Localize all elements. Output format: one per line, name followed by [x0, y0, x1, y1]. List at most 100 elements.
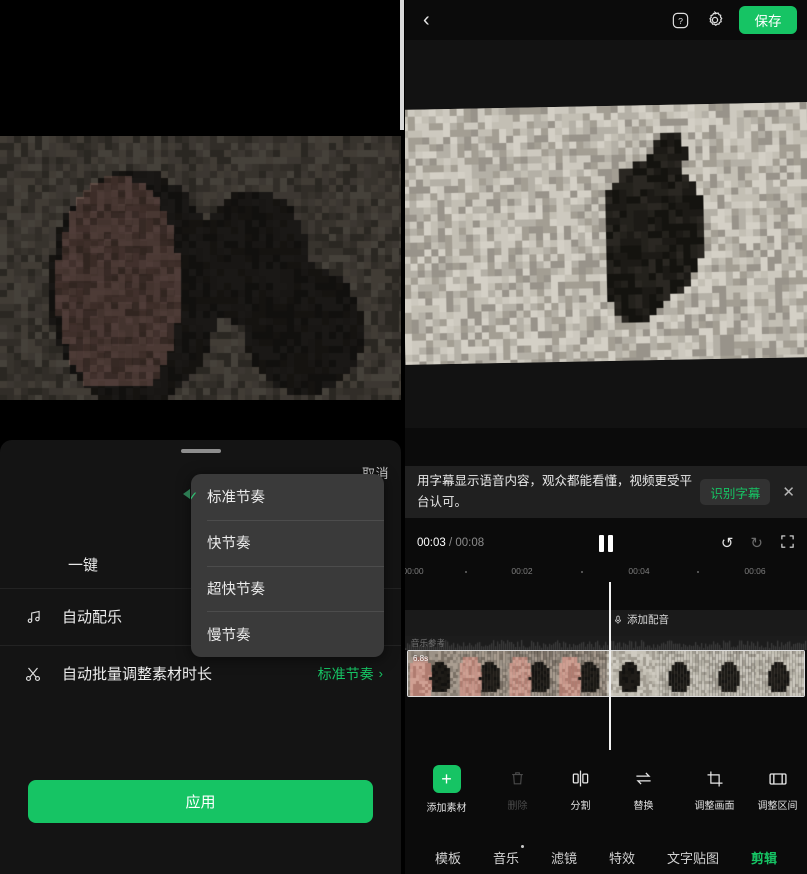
total-time: 00:08 [455, 537, 485, 549]
dropdown-item-ultrafast[interactable]: 超快节奏 [191, 565, 384, 612]
check-icon: ✓ [191, 488, 199, 506]
right-video-preview[interactable] [405, 40, 807, 428]
tab-filter[interactable]: 滤镜 [551, 848, 577, 867]
tool-adjust-frame[interactable]: 调整画面 [683, 767, 746, 812]
ruler-tick-1: 00:02 [511, 566, 533, 576]
tool-adjust-range[interactable]: 调整区间 [746, 767, 807, 812]
dropdown-item-label: 超快节奏 [207, 581, 265, 598]
playhead[interactable] [609, 582, 611, 750]
right-preview-canvas [405, 102, 807, 365]
redo-icon[interactable]: ↻ [750, 534, 763, 552]
back-icon[interactable]: ‹ [415, 6, 438, 34]
tool-delete[interactable]: 删除 [486, 767, 549, 812]
ruler-tick-0: 00:00 [405, 566, 424, 576]
dropdown-item-slow[interactable]: 慢节奏 [191, 611, 384, 657]
dropdown-pointer-icon [183, 489, 190, 499]
recognize-subtitle-button[interactable]: 识别字幕 [700, 479, 771, 505]
subtitle-promo-banner: 用字幕显示语音内容，观众都能看懂，视频更受平台认可。 识别字幕 ✕ [405, 466, 807, 518]
left-preview-frame [0, 136, 401, 400]
tab-music[interactable]: 音乐 [492, 844, 524, 867]
dropdown-item-label: 快节奏 [207, 536, 251, 553]
close-icon[interactable]: ✕ [778, 481, 799, 503]
save-button[interactable]: 保存 [739, 6, 797, 34]
tool-split[interactable]: 分割 [549, 767, 612, 812]
ruler-dot [697, 571, 699, 573]
header-actions: ? 保存 [669, 6, 797, 34]
scissors-icon [18, 665, 48, 683]
chevron-right-icon: › [378, 666, 383, 681]
dropdown-item-label: 标准节奏 [207, 490, 265, 507]
video-clip-row[interactable]: 6.8s [405, 650, 807, 697]
help-icon[interactable]: ? [669, 9, 691, 31]
timeline-ruler[interactable]: 00:00 00:02 00:04 00:06 [405, 562, 807, 582]
plus-icon: + [432, 764, 461, 793]
row-auto-batch-label: 自动批量调整素材时长 [62, 666, 213, 683]
player-actions: ↺ ↻ [721, 534, 795, 553]
music-note-icon [18, 608, 48, 625]
clip-duration-badge: 6.8s [413, 654, 429, 663]
app-screenshot: 取消 一键 自动配乐 自动批量调整素材时长 [0, 0, 807, 874]
tab-template[interactable]: 模板 [435, 848, 461, 867]
clip-thumbnails [408, 651, 804, 696]
voiceover-track[interactable] [405, 610, 807, 636]
tool-add-material[interactable]: + 添加素材 [415, 764, 478, 814]
swap-icon [634, 767, 653, 791]
tab-edit[interactable]: 剪辑 [751, 848, 777, 867]
tool-label: 调整画面 [694, 800, 735, 812]
tab-text-sticker[interactable]: 文字贴图 [667, 848, 719, 867]
crop-icon [706, 767, 724, 791]
apply-button[interactable]: 应用 [28, 780, 373, 823]
waveform [405, 636, 807, 650]
ruler-tick-2: 00:04 [628, 566, 650, 576]
tool-label: 分割 [570, 800, 591, 812]
right-preview-frame [405, 102, 807, 365]
dropdown-item-fast[interactable]: 快节奏 [191, 519, 384, 566]
tool-label: 删除 [507, 800, 528, 812]
ruler-dot [581, 571, 583, 573]
row-auto-batch-value[interactable]: 标准节奏 › [318, 664, 383, 684]
right-panel: ‹ ? 保存 用字幕显示语音内容，观众都能看懂，视频更受平台认可。 识别字幕 ✕… [405, 0, 807, 874]
ruler-dot [465, 571, 467, 573]
tool-label: 替换 [633, 800, 654, 812]
left-video-letterbox-top [0, 0, 401, 136]
split-icon [571, 767, 590, 791]
subtitle-promo-text: 用字幕显示语音内容，观众都能看懂，视频更受平台认可。 [417, 474, 693, 509]
row-auto-batch-value-text: 标准节奏 [317, 665, 374, 682]
panel-divider [400, 0, 404, 130]
add-voiceover-button[interactable]: 添加配音 [613, 612, 669, 627]
left-panel: 取消 一键 自动配乐 自动批量调整素材时长 [0, 0, 401, 874]
tab-music-label: 音乐 [492, 850, 519, 866]
film-icon [768, 767, 788, 791]
left-video-preview[interactable] [0, 136, 401, 400]
music-track-label: 音乐参考 [411, 638, 446, 648]
gear-icon[interactable] [704, 9, 726, 31]
tool-label: 调整区间 [757, 800, 798, 812]
badge-dot [521, 844, 524, 848]
trash-icon [509, 767, 526, 791]
tool-label: 添加素材 [426, 802, 467, 814]
tab-effects[interactable]: 特效 [609, 848, 635, 867]
editor-header: ‹ ? 保存 [405, 0, 807, 40]
one-key-label: 一键 [68, 556, 99, 574]
playback-time: 00:03 / 00:08 [417, 537, 484, 549]
music-reference-track[interactable]: 音乐参考 [405, 636, 807, 650]
video-clip-selected[interactable]: 6.8s [407, 650, 805, 697]
edit-toolbar: + 添加素材 删除 分割 替换 调整画面 调整区间 [405, 756, 807, 822]
row-auto-music-label: 自动配乐 [62, 609, 123, 626]
bottom-tab-bar: 模板 音乐 滤镜 特效 文字贴图 剪辑 [405, 840, 807, 874]
microphone-icon [614, 615, 622, 624]
rhythm-dropdown[interactable]: ✓ 标准节奏 快节奏 超快节奏 慢节奏 [191, 474, 384, 657]
dropdown-item-label: 慢节奏 [207, 627, 251, 644]
fullscreen-icon[interactable] [780, 534, 795, 553]
timeline[interactable]: 00:00 00:02 00:04 00:06 添加配音 音乐参考 [405, 562, 807, 750]
dropdown-item-standard[interactable]: ✓ 标准节奏 [191, 474, 384, 520]
svg-text:?: ? [678, 15, 683, 25]
time-separator: / [445, 537, 456, 549]
add-voiceover-label: 添加配音 [627, 614, 669, 626]
tool-replace[interactable]: 替换 [612, 767, 675, 812]
current-time: 00:03 [417, 537, 446, 549]
sheet-grabber[interactable] [180, 449, 221, 453]
pause-icon[interactable] [599, 534, 613, 552]
player-control-bar: 00:03 / 00:08 ↺ ↻ [405, 524, 807, 562]
undo-icon[interactable]: ↺ [721, 534, 734, 552]
